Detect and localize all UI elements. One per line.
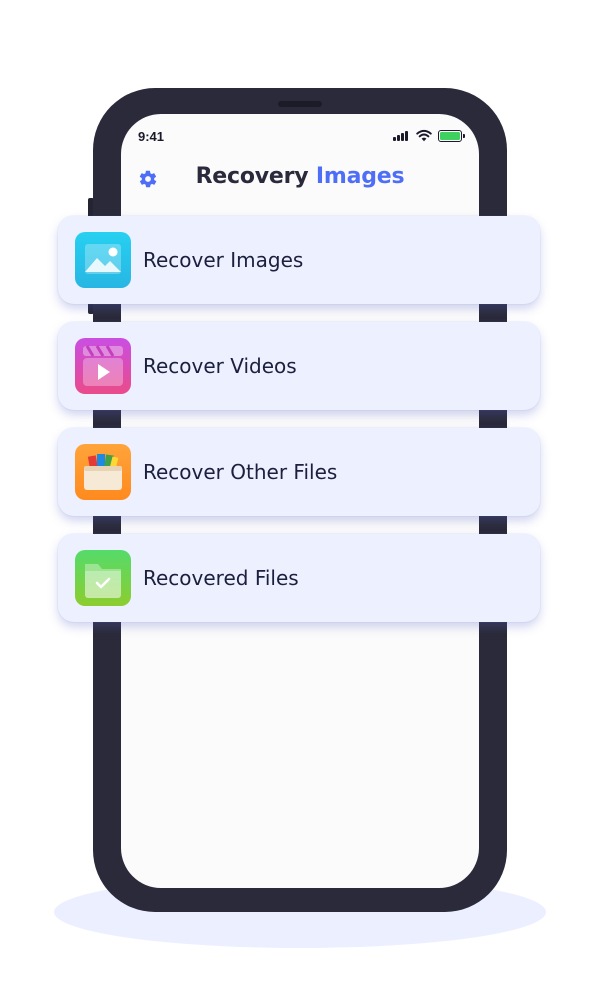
recover-other-files-button[interactable]: Recover Other Files (58, 428, 540, 516)
folder-check-icon (75, 550, 131, 606)
app-title: Recovery Images (121, 164, 479, 189)
video-clapper-icon (75, 338, 131, 394)
phone-speaker (278, 101, 322, 107)
battery-icon (438, 130, 465, 142)
app-title-main: Recovery (195, 164, 309, 189)
recover-images-label: Recover Images (143, 248, 304, 272)
recover-videos-label: Recover Videos (143, 354, 297, 378)
recover-images-button[interactable]: Recover Images (58, 216, 540, 304)
signal-icon (393, 131, 410, 141)
recovered-files-button[interactable]: Recovered Files (58, 534, 540, 622)
wifi-icon (416, 129, 432, 142)
recover-other-files-label: Recover Other Files (143, 460, 338, 484)
recovered-files-label: Recovered Files (143, 566, 299, 590)
app-title-accent: Images (315, 164, 405, 189)
status-icons (382, 129, 465, 143)
recover-videos-button[interactable]: Recover Videos (58, 322, 540, 410)
image-icon (75, 232, 131, 288)
status-time: 9:41 (138, 129, 165, 144)
file-box-icon (75, 444, 131, 500)
